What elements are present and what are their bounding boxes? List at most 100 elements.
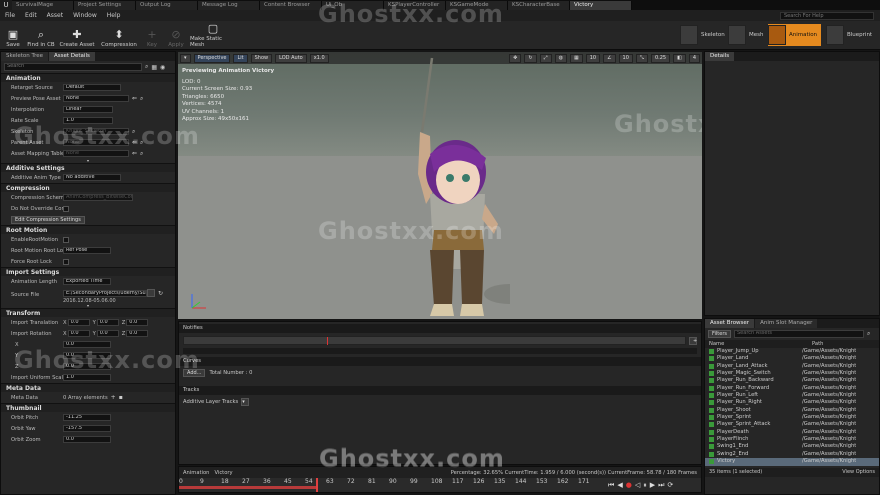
- angle-snap-icon[interactable]: ∠: [603, 53, 616, 63]
- path-column-header[interactable]: Path: [812, 340, 823, 348]
- asset-search-input[interactable]: Search Assets: [734, 330, 864, 338]
- name-column-header[interactable]: Name: [705, 340, 812, 348]
- notifies-track[interactable]: [183, 336, 686, 345]
- section-animation[interactable]: Animation: [1, 73, 175, 82]
- list-item[interactable]: Player_Run_Forward/Game/Assets/Knight: [705, 385, 879, 392]
- section-root-motion[interactable]: Root Motion: [1, 225, 175, 234]
- list-item[interactable]: PlayerDeath/Game/Assets/Knight: [705, 429, 879, 436]
- list-item[interactable]: Player_Shoot/Game/Assets/Knight: [705, 407, 879, 414]
- translation-y-input[interactable]: 0.0: [96, 319, 119, 326]
- source-file-field[interactable]: E:/SecondaryProjects/udemy/Surviv: [63, 289, 147, 297]
- additive-type-dropdown[interactable]: No additive: [63, 174, 121, 181]
- list-item[interactable]: Swing1_End/Game/Assets/Knight: [705, 443, 879, 450]
- tab-content-browser[interactable]: Content Browser: [260, 1, 322, 10]
- step-back-icon[interactable]: ◀: [617, 481, 622, 489]
- root-motion-lock-dropdown[interactable]: Ref Pose: [63, 247, 111, 254]
- section-meta-data[interactable]: Meta Data: [1, 383, 175, 392]
- blueprint-mode-button[interactable]: Blueprint: [826, 24, 872, 46]
- notifies-scrollbar[interactable]: [183, 348, 697, 354]
- force-root-lock-checkbox[interactable]: [63, 258, 69, 265]
- orbit-pitch-input[interactable]: -11.25: [63, 414, 111, 421]
- edit-compression-settings-button[interactable]: Edit Compression Settings: [11, 215, 85, 224]
- pause-icon[interactable]: ⏸: [643, 481, 647, 490]
- rotation-z-input[interactable]: 0.0: [126, 330, 149, 337]
- compression-button[interactable]: ⬍ Compression: [101, 21, 137, 50]
- search-icon[interactable]: ⌕: [140, 150, 143, 158]
- search-icon[interactable]: ⌕: [140, 95, 143, 103]
- skip-to-start-icon[interactable]: ⏮: [608, 481, 614, 490]
- section-compression[interactable]: Compression: [1, 183, 175, 192]
- tab-kscharacterbase[interactable]: KSCharacterBase: [508, 1, 570, 10]
- tab-skeleton-tree[interactable]: Skeleton Tree: [1, 52, 48, 61]
- asset-mapping-dropdown[interactable]: None: [63, 150, 129, 157]
- grid-snap-icon[interactable]: ▦: [569, 53, 583, 63]
- lit-button[interactable]: Lit: [233, 53, 248, 63]
- view-options-button[interactable]: View Options: [842, 468, 875, 477]
- list-item[interactable]: Swing2_End/Game/Assets/Knight: [705, 451, 879, 458]
- filters-button[interactable]: Filters: [708, 330, 731, 338]
- enable-root-motion-checkbox[interactable]: [63, 236, 69, 243]
- arrow-left-icon[interactable]: ⇐: [132, 150, 137, 157]
- section-additive-settings[interactable]: Additive Settings: [1, 163, 175, 172]
- animation-viewport[interactable]: ▾ Perspective Lit Show LOD Auto x1.0 ✥ ↻…: [178, 52, 702, 319]
- interpolation-dropdown[interactable]: Linear: [63, 106, 113, 113]
- tab-details[interactable]: Details: [705, 52, 735, 61]
- browse-file-button[interactable]: [147, 289, 155, 297]
- list-item[interactable]: Player_Magic_Switch/Game/Assets/Knight: [705, 370, 879, 377]
- key-button[interactable]: + Key: [143, 21, 161, 50]
- notifies-header[interactable]: Notifies: [179, 324, 701, 333]
- animation-mode-button[interactable]: Animation: [768, 24, 822, 46]
- viewport-menu-button[interactable]: ▾: [180, 53, 191, 63]
- orbit-zoom-input[interactable]: 0.0: [63, 436, 111, 443]
- list-item[interactable]: Player_Land_Attack/Game/Assets/Knight: [705, 363, 879, 370]
- list-item[interactable]: Player_Land/Game/Assets/Knight: [705, 355, 879, 362]
- menu-edit[interactable]: Edit: [25, 10, 37, 21]
- skeleton-mode-button[interactable]: Skeleton: [680, 24, 725, 46]
- section-thumbnail[interactable]: Thumbnail: [1, 403, 175, 412]
- camera-speed-value[interactable]: 4: [688, 53, 700, 63]
- grid-snap-value[interactable]: 10: [585, 53, 601, 63]
- move-icon[interactable]: ✥: [509, 53, 522, 63]
- tab-asset-browser[interactable]: Asset Browser: [705, 319, 755, 328]
- menu-help[interactable]: Help: [107, 10, 121, 21]
- loop-icon[interactable]: ⟳: [667, 481, 673, 489]
- angle-snap-value[interactable]: 10: [618, 53, 633, 63]
- menu-asset[interactable]: Asset: [47, 10, 63, 21]
- camera-speed-icon[interactable]: ◧: [673, 53, 686, 63]
- record-icon[interactable]: ●: [626, 481, 632, 489]
- list-item[interactable]: Player_Sprint/Game/Assets/Knight: [705, 414, 879, 421]
- list-item[interactable]: Player_Run_Right/Game/Assets/Knight: [705, 399, 879, 406]
- scale-icon[interactable]: ⤢: [539, 53, 552, 63]
- tab-asset-details[interactable]: Asset Details: [49, 52, 95, 61]
- tab-victory[interactable]: Victory: [570, 1, 632, 10]
- list-item[interactable]: Player_Sprint_Attack/Game/Assets/Knight: [705, 421, 879, 428]
- section-import-settings[interactable]: Import Settings: [1, 267, 175, 276]
- tab-survivalmage[interactable]: SurvivalMage: [12, 1, 74, 10]
- tab-anim-slot-manager[interactable]: Anim Slot Manager: [755, 319, 818, 328]
- orbit-yaw-input[interactable]: -157.5: [63, 425, 111, 432]
- step-forward-icon[interactable]: ▶: [650, 481, 655, 489]
- timeline-scrubber[interactable]: 0 9 18 27 36 45 54 63 72 81 90 99 108 11…: [179, 478, 701, 492]
- make-static-mesh-button[interactable]: ▢ Make Static Mesh: [190, 21, 236, 50]
- menu-file[interactable]: File: [5, 10, 15, 21]
- add-notify-track-button[interactable]: +: [689, 336, 697, 345]
- scale-snap-icon[interactable]: ⤡: [635, 53, 648, 63]
- rotation-y-input[interactable]: 0.0: [96, 330, 119, 337]
- list-item[interactable]: Player_Jump_Up/Game/Assets/Knight: [705, 348, 879, 355]
- skip-to-end-icon[interactable]: ⏭: [658, 481, 664, 490]
- plus-icon[interactable]: +: [111, 394, 116, 401]
- scale-snap-value[interactable]: 0.25: [650, 53, 671, 63]
- timeline-playhead[interactable]: [316, 478, 318, 492]
- trash-icon[interactable]: ▪: [119, 394, 123, 401]
- animation-length-dropdown[interactable]: Exported Time: [63, 278, 111, 285]
- rotate-icon[interactable]: ↻: [524, 53, 537, 63]
- curves-header[interactable]: Curves: [179, 357, 701, 366]
- playback-speed-button[interactable]: x1.0: [309, 53, 329, 63]
- preview-pose-dropdown[interactable]: None: [63, 95, 129, 102]
- translation-x-input[interactable]: 0.0: [67, 319, 90, 326]
- play-reverse-icon[interactable]: ◁: [635, 481, 640, 489]
- show-button[interactable]: Show: [250, 53, 273, 63]
- create-asset-button[interactable]: ✚ Create Asset: [59, 21, 95, 50]
- arrow-left-icon[interactable]: ⇐: [132, 95, 137, 102]
- reimport-icon[interactable]: ↻: [158, 290, 163, 297]
